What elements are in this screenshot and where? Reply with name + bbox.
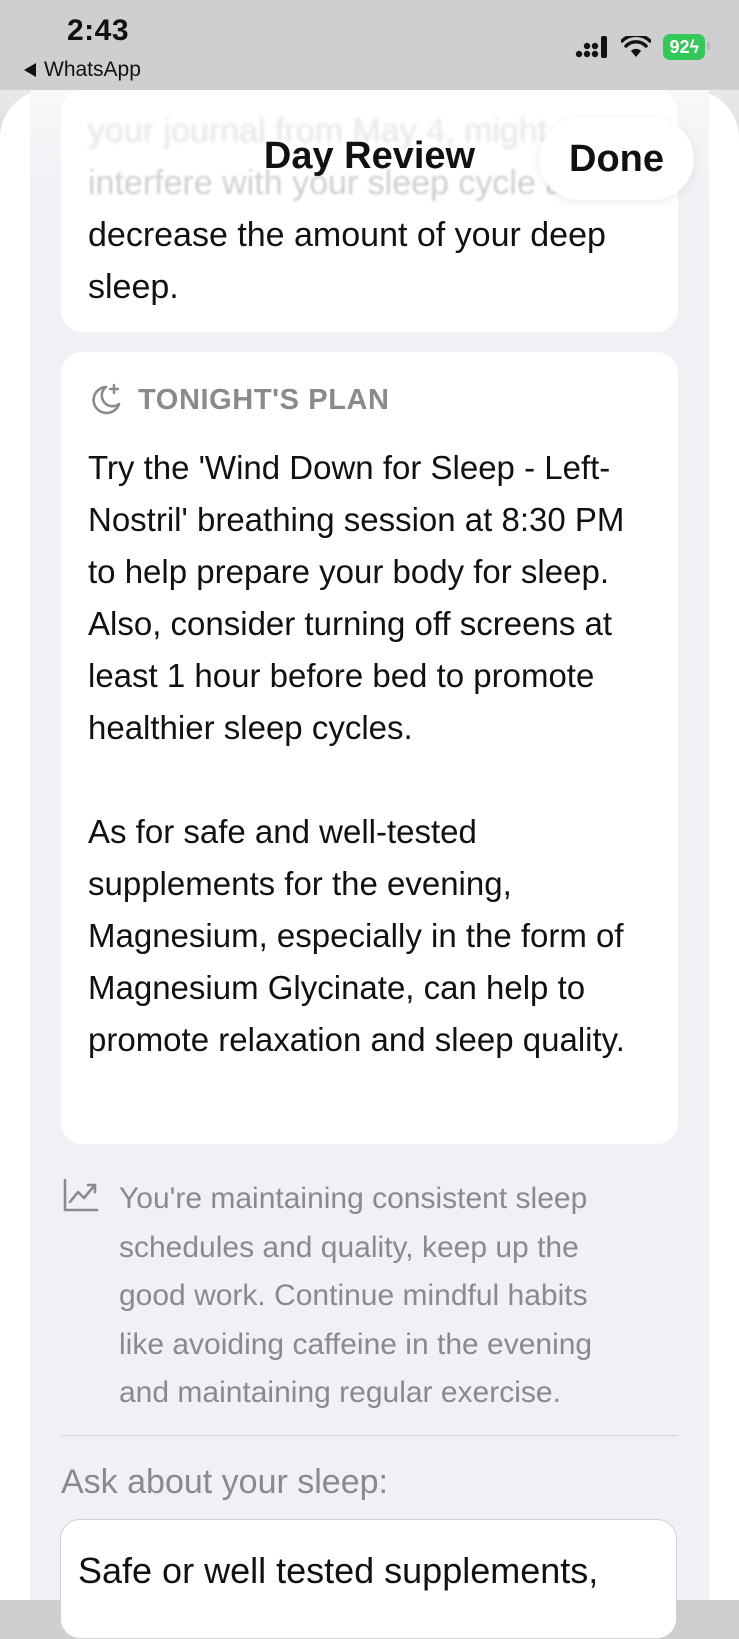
ask-input-field[interactable]: Safe or well tested supplements,	[60, 1519, 677, 1639]
summary-line-4: sleep.	[88, 268, 179, 306]
back-app-label: WhatsApp	[44, 58, 141, 81]
chart-trend-up-icon	[63, 1178, 99, 1212]
plan-body: Try the 'Wind Down for Sleep - Left-Nost…	[88, 442, 656, 1066]
summary-line-3: decrease the amount of your deep	[88, 216, 606, 254]
cellular-signal-icon	[576, 36, 608, 58]
section-divider	[61, 1435, 678, 1436]
page-title-text: Day Review	[263, 135, 476, 177]
back-triangle-icon	[24, 63, 36, 77]
charging-bolt-icon: ϟ	[689, 37, 699, 57]
status-indicators: 92ϟ	[575, 34, 710, 60]
wifi-icon	[621, 36, 652, 57]
status-time: 2:43	[67, 14, 130, 47]
trend-note: You're maintaining consistent sleep sche…	[63, 1175, 663, 1418]
moon-stars-icon	[92, 383, 121, 415]
trend-text: You're maintaining consistent sleep sche…	[119, 1182, 593, 1409]
back-to-app-link[interactable]: WhatsApp	[24, 58, 141, 82]
battery-indicator: 92ϟ	[663, 34, 710, 60]
tonights-plan-card: TONIGHT'S PLAN Try the 'Wind Down for Sl…	[61, 352, 678, 1144]
plan-paragraph-1: Try the 'Wind Down for Sleep - Left-Nost…	[88, 449, 625, 746]
ask-label: Ask about your sleep:	[61, 1463, 388, 1501]
plan-paragraph-2: As for safe and well-tested supplements …	[88, 813, 625, 1058]
plan-header: TONIGHT'S PLAN	[88, 382, 390, 418]
ask-input-value: Safe or well tested supplements,	[78, 1550, 599, 1591]
done-button[interactable]: Done	[539, 118, 694, 200]
plan-label: TONIGHT'S PLAN	[138, 383, 390, 416]
battery-level: 92	[669, 37, 690, 57]
